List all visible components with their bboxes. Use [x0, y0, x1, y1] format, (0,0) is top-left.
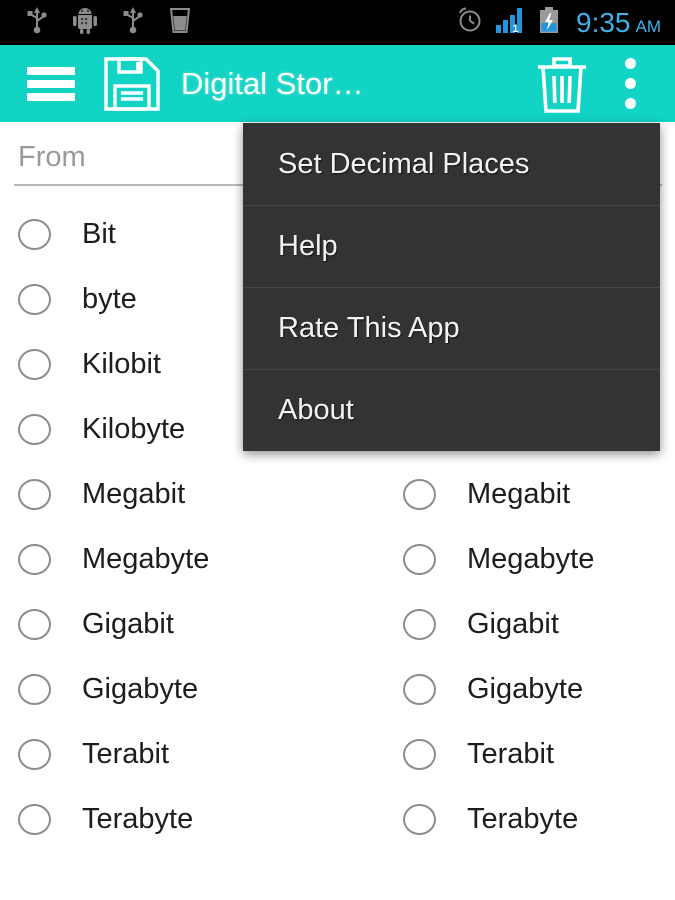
list-item[interactable]: Gigabyte: [0, 657, 337, 722]
status-bar: 1 9:35 AM: [0, 0, 675, 45]
unit-label: Gigabit: [82, 608, 174, 640]
app-bar-actions: [525, 47, 675, 121]
menu-item-label: Rate This App: [278, 312, 460, 344]
radio-button-icon[interactable]: [18, 739, 51, 770]
unit-label: Gigabit: [467, 608, 559, 640]
hamburger-bar: [27, 79, 75, 88]
radio-button-icon[interactable]: [18, 219, 51, 250]
radio-button-icon[interactable]: [18, 804, 51, 835]
overflow-menu-popup: Set Decimal Places Help Rate This App Ab…: [243, 123, 660, 451]
clock-period: AM: [635, 16, 662, 36]
list-item[interactable]: Megabit: [0, 462, 337, 527]
list-item[interactable]: Gigabit: [0, 592, 337, 657]
radio-button-icon[interactable]: [403, 544, 436, 575]
radio-button-icon[interactable]: [18, 609, 51, 640]
list-item[interactable]: Megabyte: [338, 527, 675, 592]
radio-button-icon[interactable]: [403, 739, 436, 770]
unit-label: Gigabyte: [467, 673, 584, 705]
radio-button-icon[interactable]: [18, 284, 51, 315]
unit-label: byte: [82, 283, 137, 315]
unit-label: Kilobit: [82, 348, 161, 380]
overflow-dot: [624, 78, 636, 89]
list-item[interactable]: Gigabyte: [338, 657, 675, 722]
radio-button-icon[interactable]: [403, 804, 436, 835]
page-title: Digital Stor…: [181, 65, 364, 101]
unit-label: Kilobyte: [82, 413, 186, 445]
trash-can-icon[interactable]: [525, 47, 599, 121]
list-item[interactable]: Terabit: [0, 722, 337, 787]
radio-button-icon[interactable]: [18, 544, 51, 575]
floppy-disk-save-icon: [99, 53, 165, 115]
unit-label: Gigabyte: [82, 673, 199, 705]
usb-icon: [26, 5, 48, 40]
hamburger-bar: [27, 92, 75, 101]
hamburger-bar: [27, 66, 75, 75]
unit-label: Megabit: [467, 478, 571, 510]
unit-label: Megabit: [82, 478, 186, 510]
list-item[interactable]: Terabyte: [338, 787, 675, 852]
radio-button-icon[interactable]: [18, 674, 51, 705]
list-item[interactable]: Terabit: [338, 722, 675, 787]
list-item[interactable]: Gigabit: [338, 592, 675, 657]
app-bar: Digital Stor…: [0, 45, 675, 122]
battery-charging-icon: [538, 6, 560, 39]
unit-label: Terabyte: [467, 803, 579, 835]
unit-label: Terabyte: [82, 803, 194, 835]
list-item[interactable]: Megabyte: [0, 527, 337, 592]
menu-item-label: Set Decimal Places: [278, 147, 530, 180]
menu-item-set-decimal-places[interactable]: Set Decimal Places: [243, 123, 660, 205]
status-bar-left-icons: [0, 5, 192, 40]
list-item[interactable]: Terabyte: [0, 787, 337, 852]
android-robot-icon: [72, 6, 98, 39]
overflow-dot: [624, 98, 636, 109]
radio-button-icon[interactable]: [18, 414, 51, 445]
unit-label: Megabyte: [82, 543, 210, 575]
clock-time: 9:35: [576, 6, 631, 38]
radio-button-icon[interactable]: [403, 674, 436, 705]
menu-item-label: About: [278, 394, 354, 426]
menu-item-rate-this-app[interactable]: Rate This App: [243, 287, 660, 369]
radio-button-icon[interactable]: [403, 479, 436, 510]
signal-bars-icon: 1: [496, 7, 526, 38]
menu-item-label: Help: [278, 230, 338, 262]
status-bar-clock: 9:35 AM: [572, 6, 662, 38]
menu-item-about[interactable]: About: [243, 369, 660, 451]
hamburger-menu-icon[interactable]: [27, 66, 75, 101]
list-item[interactable]: Megabit: [338, 462, 675, 527]
overflow-dot: [624, 58, 636, 69]
status-bar-right-icons: 1 9:35 AM: [456, 6, 675, 39]
menu-item-help[interactable]: Help: [243, 205, 660, 287]
unit-label: Terabit: [467, 738, 555, 770]
radio-button-icon[interactable]: [403, 609, 436, 640]
unit-label: Bit: [82, 218, 116, 250]
alarm-clock-icon: [456, 6, 484, 39]
radio-button-icon[interactable]: [18, 349, 51, 380]
unit-label: Terabit: [82, 738, 170, 770]
usb-icon: [122, 5, 144, 40]
glass-icon: [168, 6, 192, 39]
svg-text:1: 1: [513, 23, 519, 33]
radio-button-icon[interactable]: [18, 479, 51, 510]
overflow-menu-icon[interactable]: [599, 47, 661, 121]
unit-label: Megabyte: [467, 543, 595, 575]
